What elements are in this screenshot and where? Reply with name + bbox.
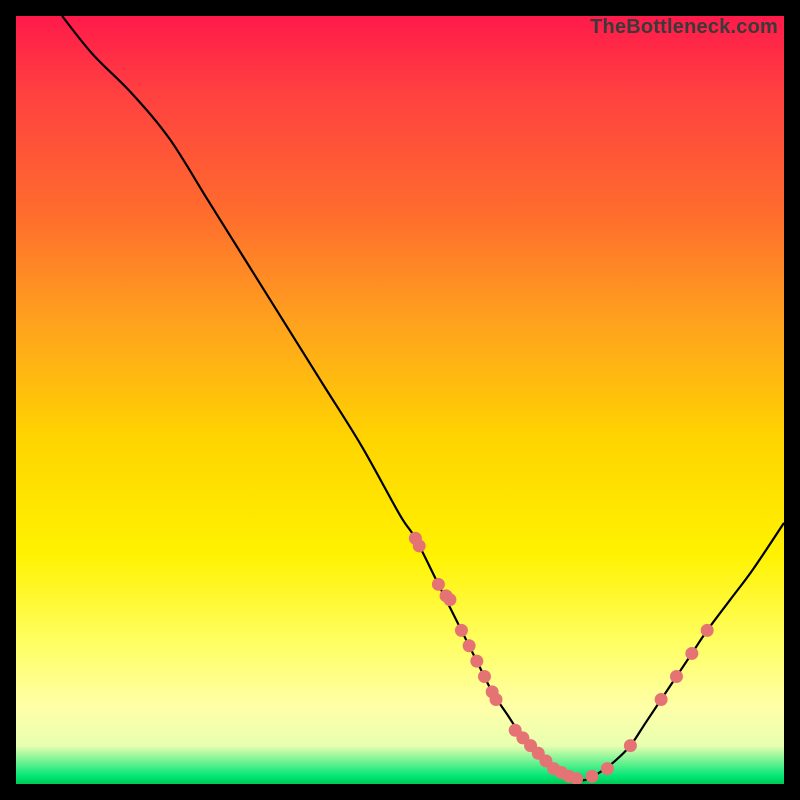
data-point xyxy=(455,624,468,637)
data-point xyxy=(701,624,714,637)
chart-container: TheBottleneck.com xyxy=(0,0,800,800)
data-point xyxy=(685,647,698,660)
data-point xyxy=(624,739,637,752)
chart-plot-area: TheBottleneck.com xyxy=(16,16,784,784)
data-point xyxy=(463,639,476,652)
data-point xyxy=(443,593,456,606)
data-point xyxy=(670,670,683,683)
data-point xyxy=(470,655,483,668)
data-point xyxy=(586,770,599,783)
data-point xyxy=(478,670,491,683)
bottleneck-curve xyxy=(62,16,784,780)
data-point xyxy=(432,578,445,591)
data-point xyxy=(490,693,503,706)
chart-svg xyxy=(16,16,784,784)
data-point xyxy=(413,539,426,552)
data-point xyxy=(655,693,668,706)
data-point xyxy=(601,762,614,775)
